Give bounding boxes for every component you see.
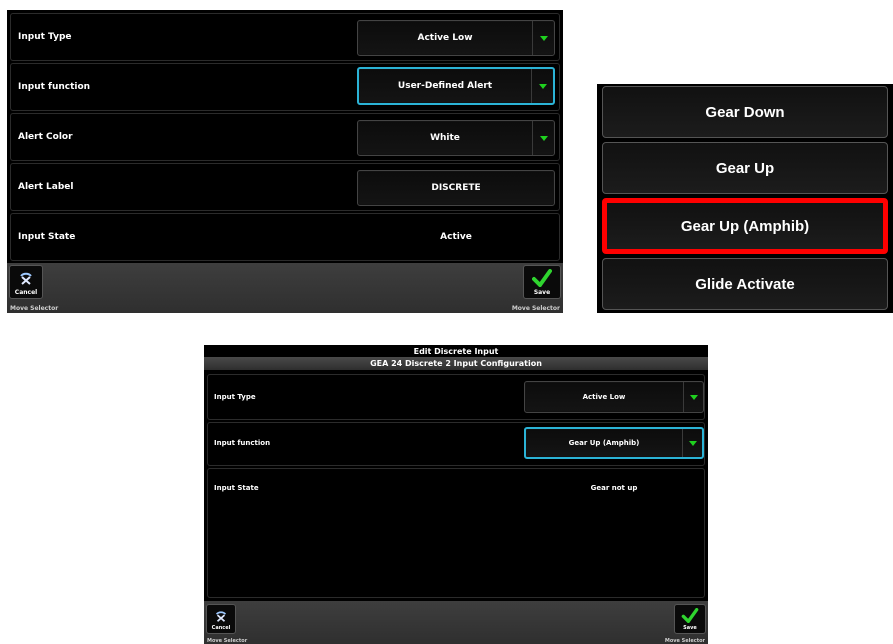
cancel-label: Cancel [211,625,231,631]
alert-color-dropdown[interactable]: White [357,120,555,156]
cancel-label: Cancel [14,289,38,296]
input-state-value: Active [440,232,472,242]
list-item-label: Gear Up [715,159,775,177]
input-type-label: Input Type [18,32,72,42]
dropdown-arrow-icon [683,382,703,412]
input-type-row: Input Type Active Low [207,374,705,420]
input-function-label: Input function [214,439,271,447]
input-state-label: Input State [18,232,76,242]
save-label: Save [683,625,697,631]
save-check-icon [681,608,699,623]
alert-color-label: Alert Color [18,132,73,142]
top-left-config-panel: Input Type Active Low Input function Use… [7,10,563,313]
cancel-button[interactable]: Cancel [206,604,236,634]
input-function-value: Gear Up (Amphib) [568,439,640,447]
input-type-row: Input Type Active Low [10,13,560,61]
window-title: Edit Discrete Input [413,347,499,356]
section-title: GEA 24 Discrete 2 Input Configuration [204,357,708,370]
input-type-value: Active Low [417,33,473,43]
move-selector-hint-left: Move Selector [207,638,248,644]
dropdown-arrow-icon [531,69,553,103]
cancel-icon [20,272,32,285]
move-selector-hint-right: Move Selector [664,638,705,644]
save-button[interactable]: Save [674,604,706,634]
softkey-bar: Cancel Save Move Selector Move Selector [204,601,708,644]
alert-color-row: Alert Color White [10,113,560,161]
alert-label-value: DISCRETE [431,183,481,193]
list-item-gear-up[interactable]: Gear Up [602,142,888,194]
edit-discrete-input-panel: Edit Discrete Input GEA 24 Discrete 2 In… [204,345,708,644]
input-function-dropdown[interactable]: User-Defined Alert [357,67,555,105]
move-selector-hint-right: Move Selector [511,305,560,312]
input-type-dropdown[interactable]: Active Low [524,381,704,413]
softkey-bar: Cancel Save Move Selector Move Selector [7,263,563,313]
dropdown-arrow-icon [532,21,554,55]
cancel-icon [215,611,227,622]
input-function-row: Input function User-Defined Alert [10,63,560,111]
move-selector-hint-left: Move Selector [10,305,59,312]
input-function-label: Input function [18,82,91,92]
input-state-row: Input State Active [10,213,560,261]
save-label: Save [533,289,551,296]
input-function-value: User-Defined Alert [397,81,493,91]
input-type-label: Input Type [214,393,256,401]
input-type-value: Active Low [582,393,626,401]
input-function-row: Input function Gear Up (Amphib) [207,422,705,466]
dropdown-arrow-icon [682,429,702,457]
list-item-label: Gear Down [705,103,785,121]
list-item-label: Glide Activate [695,275,795,293]
save-check-icon [532,269,552,287]
cancel-button[interactable]: Cancel [9,265,43,299]
list-item-gear-down[interactable]: Gear Down [602,86,888,138]
save-button[interactable]: Save [523,265,561,299]
alert-label-label: Alert Label [18,182,74,192]
list-item-label: Gear Up (Amphib) [680,217,810,235]
function-list-panel: Gear Down Gear Up Gear Up (Amphib) Glide… [597,84,893,313]
input-type-dropdown[interactable]: Active Low [357,20,555,56]
input-state-value: Gear not up [590,484,638,492]
alert-label-row: Alert Label DISCRETE [10,163,560,211]
input-function-dropdown[interactable]: Gear Up (Amphib) [524,427,704,459]
list-item-gear-up-amphib[interactable]: Gear Up (Amphib) [602,198,888,254]
alert-label-button[interactable]: DISCRETE [357,170,555,206]
input-state-row: Input State Gear not up [207,468,705,598]
dropdown-arrow-icon [532,121,554,155]
list-item-glide-activate[interactable]: Glide Activate [602,258,888,310]
input-state-label: Input State [214,484,259,492]
alert-color-value: White [430,133,460,143]
